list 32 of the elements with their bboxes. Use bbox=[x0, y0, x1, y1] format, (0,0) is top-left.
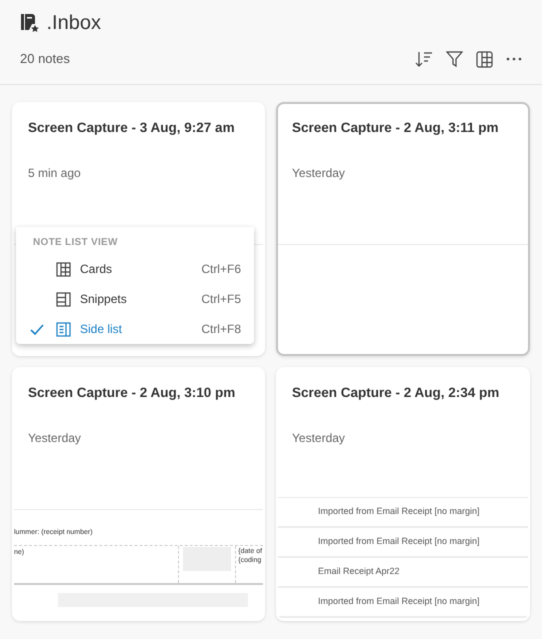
shortcut-text: Ctrl+F8 bbox=[201, 321, 241, 338]
preview-row-text: Imported from Email Receipt [no margin] bbox=[278, 528, 528, 558]
list-view-icon bbox=[56, 292, 71, 306]
grid-icon bbox=[56, 262, 71, 276]
notebook-icon bbox=[20, 13, 40, 34]
shortcut-text: Ctrl+F5 bbox=[201, 291, 241, 308]
note-card[interactable]: Screen Capture - 2 Aug, 3:11 pm Yesterday bbox=[276, 102, 530, 356]
note-time: Yesterday bbox=[28, 431, 81, 445]
menu-item[interactable]: Cards Ctrl+F6 bbox=[16, 254, 254, 284]
note-title: Screen Capture - 2 Aug, 3:10 pm bbox=[27, 384, 236, 402]
note-count: 20 notes bbox=[20, 50, 70, 68]
note-time: 5 min ago bbox=[28, 166, 81, 180]
note-time: Yesterday bbox=[292, 166, 345, 180]
preview-row-text: Email Receipt Apr22 bbox=[278, 558, 528, 588]
shortcut-text: Ctrl+F6 bbox=[201, 261, 241, 278]
side-list-icon bbox=[56, 322, 71, 336]
menu-item[interactable]: Snippets Ctrl+F5 bbox=[16, 284, 254, 314]
menu-heading: NOTE LIST VIEW bbox=[32, 236, 119, 250]
checkmark-icon bbox=[30, 324, 44, 336]
note-title: Screen Capture - 3 Aug, 9:27 am bbox=[27, 119, 236, 137]
redacted-block bbox=[182, 546, 231, 570]
notebook-title: .Inbox bbox=[46, 11, 101, 36]
preview-row-text: Imported from Email Receipt [no margin] bbox=[278, 588, 528, 618]
note-title: Screen Capture - 2 Aug, 2:34 pm bbox=[291, 384, 500, 402]
note-time: Yesterday bbox=[292, 431, 345, 445]
grid-icon[interactable] bbox=[476, 50, 493, 68]
note-card[interactable]: Screen Capture - 2 Aug, 2:34 pm Yesterday Imported from Email Receipt [no margin] Imported from Email Receipt [no margin] Email Receipt Apr22 Imported from Email Receipt [no margin] bbox=[276, 367, 530, 621]
sort-icon[interactable] bbox=[415, 50, 433, 68]
filter-icon[interactable] bbox=[446, 50, 463, 68]
menu-item[interactable]: Side list Ctrl+F8 bbox=[16, 314, 254, 344]
note-title: Screen Capture - 2 Aug, 3:11 pm bbox=[291, 119, 500, 137]
preview-row-text: Imported from Email Receipt [no margin] bbox=[278, 498, 528, 528]
